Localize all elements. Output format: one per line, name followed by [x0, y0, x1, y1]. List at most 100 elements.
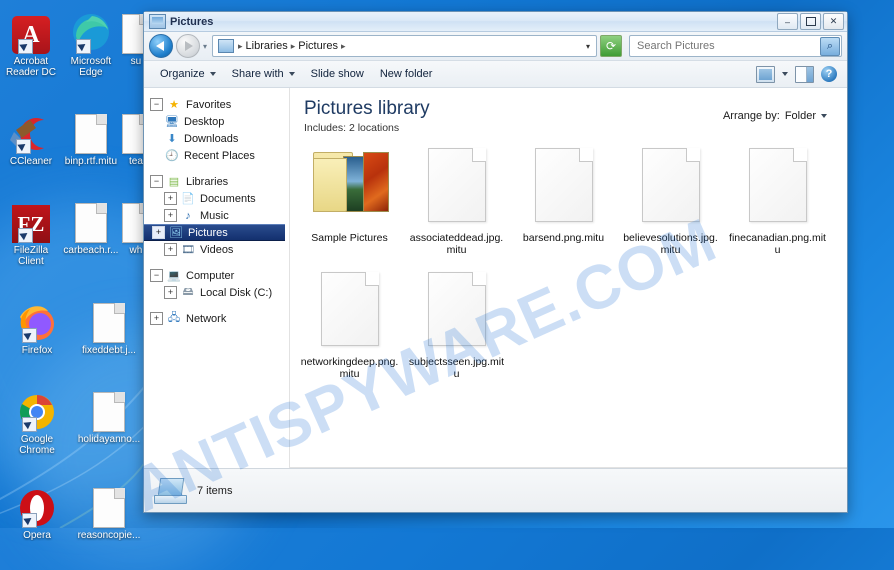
- expand-toggle-icon[interactable]: +: [164, 192, 177, 205]
- new-folder-button[interactable]: New folder: [372, 65, 441, 83]
- document-icon: [74, 297, 144, 343]
- tree-node-network[interactable]: + 🖧 Network: [148, 310, 289, 327]
- expand-toggle-icon[interactable]: +: [164, 209, 177, 222]
- downloads-icon: ⬇: [167, 133, 177, 145]
- tree-node-libraries[interactable]: − ▤ Libraries: [148, 173, 289, 190]
- maximize-button[interactable]: [800, 13, 821, 30]
- file-item-networkingdeep[interactable]: networkingdeep.png.mitu: [296, 272, 403, 380]
- tree-node-local-disk[interactable]: + 🖴 Local Disk (C:): [148, 284, 289, 301]
- desktop-icon-reasoncopie[interactable]: reasoncopie...: [74, 482, 144, 541]
- tree-node-label: Local Disk (C:): [200, 286, 273, 299]
- collapse-toggle-icon[interactable]: −: [150, 98, 163, 111]
- close-button[interactable]: ✕: [823, 13, 844, 30]
- chrome-icon: [2, 386, 72, 432]
- tree-node-recent-places[interactable]: 🕘 Recent Places: [148, 147, 289, 164]
- breadcrumb[interactable]: ▸ Libraries ▸ Pictures ▸ ▾: [212, 35, 597, 57]
- tree-node-label: Music: [200, 209, 229, 222]
- help-icon[interactable]: ?: [821, 66, 837, 82]
- file-item-associateddead[interactable]: associateddead.jpg.mitu: [403, 148, 510, 256]
- desktop-icon-opera[interactable]: Opera: [2, 482, 72, 541]
- slide-show-button[interactable]: Slide show: [303, 65, 372, 83]
- file-item-subjectsseen[interactable]: subjectsseen.jpg.mitu: [403, 272, 510, 380]
- desktop-icon-row: CCleaner binp.rtf.mitu tea: [0, 100, 151, 167]
- window-titlebar[interactable]: Pictures – ✕: [144, 12, 847, 32]
- breadcrumb-sep-icon[interactable]: ▸: [340, 41, 347, 52]
- desktop-icon-ccleaner[interactable]: CCleaner: [2, 108, 60, 167]
- shortcut-overlay-icon: [75, 39, 91, 54]
- desktop-icon-chrome[interactable]: Google Chrome: [2, 386, 72, 456]
- arrange-by-control[interactable]: Arrange by: Folder: [723, 98, 833, 122]
- chevron-down-icon[interactable]: ▾: [582, 42, 594, 51]
- tree-node-label: Computer: [186, 269, 235, 282]
- pane-splitter[interactable]: [290, 467, 847, 468]
- recent-pages-icon[interactable]: ▾: [203, 42, 207, 51]
- file-item-believesolutions[interactable]: believesolutions.jpg.mitu: [617, 148, 724, 256]
- desktop-icon-fixeddebt[interactable]: fixeddebt.j...: [74, 297, 144, 356]
- organize-button[interactable]: Organize: [152, 65, 224, 83]
- refresh-icon[interactable]: ⟳: [600, 35, 622, 57]
- file-grid[interactable]: Sample Pictures associateddead.jpg.mitu …: [290, 134, 847, 396]
- document-icon: [62, 197, 120, 243]
- videos-icon: 🎞: [181, 244, 195, 256]
- share-with-button[interactable]: Share with: [224, 65, 303, 83]
- forward-arrow-icon[interactable]: [176, 34, 200, 58]
- tree-node-downloads[interactable]: ⬇ Downloads: [148, 130, 289, 147]
- expand-toggle-icon[interactable]: +: [152, 226, 165, 239]
- desktop-icon: 🖥: [165, 116, 179, 128]
- expand-toggle-icon[interactable]: +: [164, 243, 177, 256]
- tree-node-documents[interactable]: + 📄 Documents: [148, 190, 289, 207]
- tree-node-label: Videos: [200, 243, 234, 256]
- desktop-icon-filezilla[interactable]: FZ FileZilla Client: [2, 197, 60, 267]
- desktop-icon-label: CCleaner: [9, 156, 53, 167]
- chevron-down-icon[interactable]: [782, 72, 788, 76]
- tree-node-computer[interactable]: − 💻 Computer: [148, 267, 289, 284]
- desktop-icon-label: binp.rtf.mitu: [64, 156, 118, 167]
- file-item-barsend[interactable]: barsend.png.mitu: [510, 148, 617, 256]
- file-item-finecanadian[interactable]: finecanadian.png.mitu: [724, 148, 831, 256]
- organize-label: Organize: [160, 68, 205, 80]
- collapse-toggle-icon[interactable]: −: [150, 175, 163, 188]
- tree-node-desktop[interactable]: 🖥 Desktop: [148, 113, 289, 130]
- expand-toggle-icon[interactable]: +: [164, 286, 177, 299]
- tree-node-favorites[interactable]: − ★ Favorites: [148, 96, 289, 113]
- network-icon: 🖧: [167, 312, 181, 324]
- tree-node-label: Pictures: [188, 226, 228, 239]
- library-header: Pictures library Includes: 2 locations A…: [290, 88, 847, 134]
- document-icon: [62, 108, 120, 154]
- arrange-by-value[interactable]: Folder: [785, 110, 816, 122]
- tree-node-pictures[interactable]: + 🖼 Pictures: [144, 224, 285, 241]
- document-icon: [74, 386, 144, 432]
- desktop-icon-row: Google Chrome holidayanno...: [0, 378, 150, 456]
- expand-toggle-icon[interactable]: +: [150, 312, 163, 325]
- change-view-icon[interactable]: [756, 65, 775, 83]
- chevron-down-icon[interactable]: [821, 114, 827, 118]
- status-bar: 7 items: [144, 468, 847, 512]
- star-icon: ★: [169, 99, 179, 111]
- tree-node-music[interactable]: + ♪ Music: [148, 207, 289, 224]
- chevron-down-icon: [288, 72, 295, 76]
- back-arrow-icon[interactable]: [149, 34, 173, 58]
- breadcrumb-pictures[interactable]: Pictures: [296, 40, 340, 52]
- share-with-label: Share with: [231, 68, 284, 80]
- navigation-pane[interactable]: − ★ Favorites 🖥 Desktop ⬇ Downloads 🕘 Re…: [144, 88, 290, 468]
- preview-pane-icon[interactable]: [795, 65, 814, 83]
- file-list-pane[interactable]: Pictures library Includes: 2 locations A…: [290, 88, 847, 468]
- desktop-icon-edge[interactable]: Microsoft Edge: [62, 8, 120, 78]
- file-item-sample-pictures[interactable]: Sample Pictures: [296, 148, 403, 256]
- search-box[interactable]: ⌕: [629, 35, 842, 57]
- desktop-icon-firefox[interactable]: Firefox: [2, 297, 72, 356]
- breadcrumb-libraries[interactable]: Libraries: [244, 40, 290, 52]
- command-toolbar[interactable]: Organize Share with Slide show New folde…: [144, 61, 847, 88]
- desktop-icon-carbeach[interactable]: carbeach.r...: [62, 197, 120, 267]
- minimize-button[interactable]: –: [777, 13, 798, 30]
- explorer-window[interactable]: Pictures – ✕ ▾ ▸ Libraries ▸ Pictures ▸ …: [143, 11, 848, 513]
- search-input[interactable]: [635, 39, 820, 53]
- desktop-icon-label: reasoncopie...: [77, 530, 141, 541]
- desktop-icon-acrobat[interactable]: A Acrobat Reader DC: [2, 8, 60, 78]
- address-bar[interactable]: ▾ ▸ Libraries ▸ Pictures ▸ ▾ ⟳ ⌕: [144, 32, 847, 61]
- tree-node-videos[interactable]: + 🎞 Videos: [148, 241, 289, 258]
- desktop-icon-holidayanno[interactable]: holidayanno...: [74, 386, 144, 456]
- desktop-icon-binp[interactable]: binp.rtf.mitu: [62, 108, 120, 167]
- collapse-toggle-icon[interactable]: −: [150, 269, 163, 282]
- search-icon[interactable]: ⌕: [820, 36, 840, 56]
